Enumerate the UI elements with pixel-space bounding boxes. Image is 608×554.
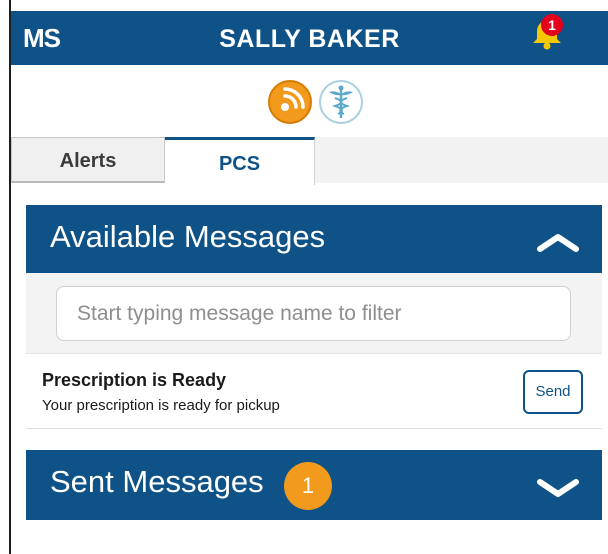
channel-icons-row (11, 65, 608, 137)
chevron-down-icon[interactable] (536, 474, 580, 498)
sent-count-badge: 1 (284, 462, 332, 510)
available-messages-header[interactable]: Available Messages (26, 205, 602, 275)
sent-messages-title: Sent Messages (50, 464, 264, 499)
message-filter-input[interactable] (56, 286, 571, 341)
notification-badge: 1 (541, 14, 563, 36)
chevron-up-icon[interactable] (536, 229, 580, 253)
patient-name: SALLY BAKER (219, 25, 400, 53)
tab-pcs[interactable]: PCS (165, 137, 315, 185)
message-description: Your prescription is ready for pickup (42, 397, 280, 414)
broadcast-icon[interactable] (268, 80, 312, 124)
message-item: Prescription is Ready Your prescription … (26, 353, 602, 429)
message-title: Prescription is Ready (42, 370, 227, 390)
available-messages-title: Available Messages (50, 219, 326, 254)
sent-messages-header[interactable]: Sent Messages 1 (26, 450, 602, 520)
app-header: MS SALLY BAKER 1 (11, 11, 608, 65)
send-button[interactable]: Send (523, 370, 583, 414)
tab-alerts[interactable]: Alerts (11, 137, 165, 183)
caduceus-icon[interactable] (319, 80, 363, 124)
